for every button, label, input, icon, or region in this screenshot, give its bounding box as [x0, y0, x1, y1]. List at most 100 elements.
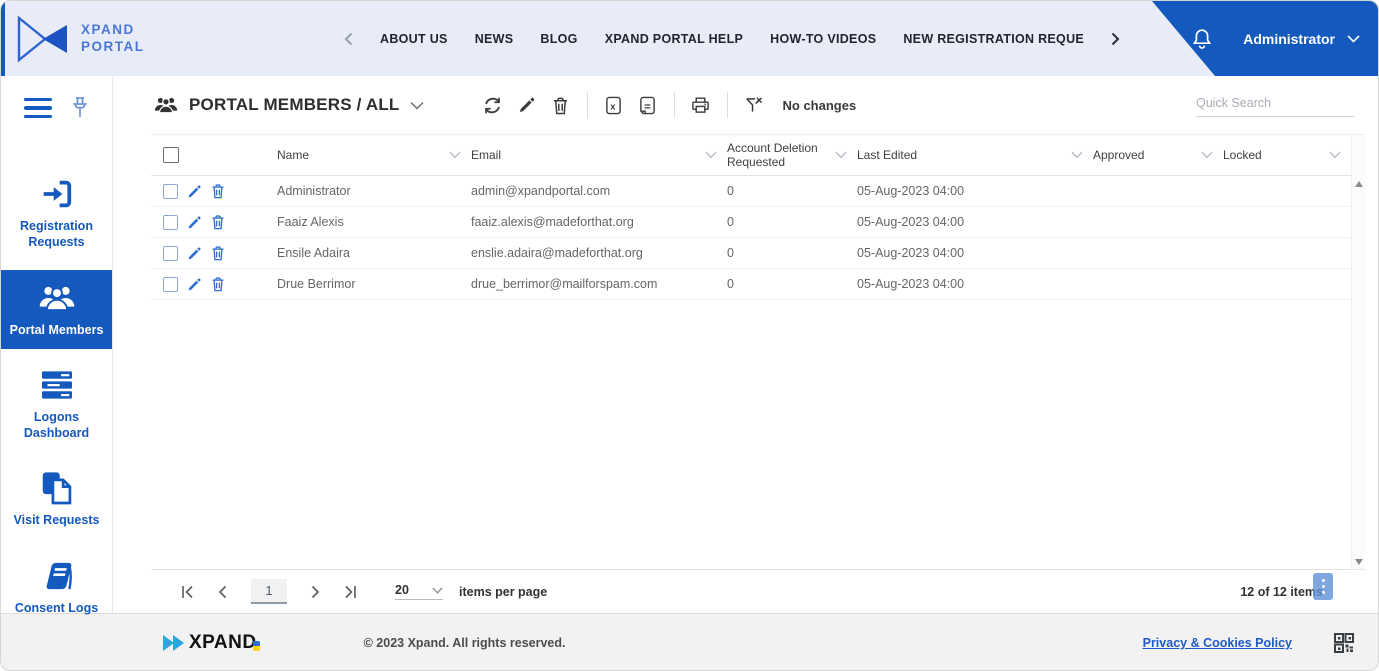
server-stack-icon	[39, 368, 75, 402]
column-header-locked[interactable]: Locked	[1223, 148, 1351, 162]
privacy-policy-link[interactable]: Privacy & Cookies Policy	[1143, 636, 1292, 650]
row-edit-icon[interactable]	[187, 277, 202, 292]
sidebar: Registration Requests Portal Members	[1, 76, 113, 613]
cell-deletion-requested: 0	[727, 184, 857, 198]
select-all-checkbox[interactable]	[163, 147, 179, 163]
nav-scroll-right-icon[interactable]	[1111, 32, 1120, 46]
grid-title: PORTAL MEMBERS / ALL	[153, 95, 424, 115]
table-row[interactable]: Administrator admin@xpandportal.com 0 05…	[151, 176, 1351, 207]
page-size-select[interactable]: 20	[395, 583, 443, 600]
cell-name: Ensile Adaira	[277, 246, 471, 260]
sign-in-icon	[41, 177, 73, 211]
logo-text: XPAND PORTAL	[81, 22, 145, 56]
column-menu-icon[interactable]	[1201, 151, 1213, 159]
last-page-button[interactable]	[344, 585, 357, 599]
refresh-button[interactable]	[476, 88, 510, 122]
row-checkbox[interactable]	[163, 184, 178, 199]
scroll-down-icon[interactable]	[1355, 559, 1363, 565]
column-menu-icon[interactable]	[1071, 151, 1083, 159]
nav-item-news[interactable]: NEWS	[475, 32, 514, 46]
column-menu-icon[interactable]	[705, 151, 717, 159]
book-icon	[40, 559, 74, 593]
nav-item-blog[interactable]: BLOG	[540, 32, 577, 46]
cell-email: drue_berrimor@mailforspam.com	[471, 277, 727, 291]
row-delete-icon[interactable]	[211, 276, 225, 292]
row-checkbox[interactable]	[163, 277, 178, 292]
cell-deletion-requested: 0	[727, 215, 857, 229]
print-button[interactable]	[684, 88, 718, 122]
main-nav: ABOUT US NEWS BLOG XPAND PORTAL HELP HOW…	[344, 1, 1120, 76]
chevron-down-icon[interactable]	[410, 101, 424, 110]
row-delete-icon[interactable]	[211, 214, 225, 230]
export-pdf-button[interactable]	[631, 88, 665, 122]
grid-toolbar: PORTAL MEMBERS / ALL	[113, 76, 1378, 134]
app-window: XPAND PORTAL ABOUT US NEWS BLOG XPAND PO…	[0, 0, 1379, 671]
row-edit-icon[interactable]	[187, 246, 202, 261]
sidebar-item-consent-logs[interactable]: Consent Logs	[1, 548, 112, 627]
sidebar-item-label: Visit Requests	[14, 512, 100, 528]
edit-button[interactable]	[510, 88, 544, 122]
sidebar-item-logons-dashboard[interactable]: Logons Dashboard	[1, 357, 112, 453]
data-grid: Name Email Account Deletion Requested	[151, 134, 1365, 569]
first-page-button[interactable]	[181, 585, 194, 599]
clear-filters-button[interactable]	[737, 88, 771, 122]
row-delete-icon[interactable]	[211, 183, 225, 199]
toolbar-divider	[727, 92, 728, 118]
items-per-page-label: items per page	[459, 585, 547, 599]
current-page[interactable]: 1	[251, 579, 287, 604]
scroll-up-icon[interactable]	[1355, 181, 1363, 187]
export-excel-button[interactable]: x	[597, 88, 631, 122]
pin-icon[interactable]	[70, 96, 90, 120]
sidebar-item-registration-requests[interactable]: Registration Requests	[1, 166, 112, 262]
sidebar-item-visit-requests[interactable]: Visit Requests	[1, 460, 112, 539]
top-bar-accent-edge	[1, 1, 5, 76]
user-menu[interactable]: Administrator	[1243, 31, 1360, 47]
column-header-name[interactable]: Name	[277, 148, 471, 162]
grid-title-text: PORTAL MEMBERS / ALL	[189, 95, 400, 115]
xpand-portal-logo[interactable]: XPAND PORTAL	[15, 14, 145, 64]
column-header-approved[interactable]: Approved	[1093, 148, 1223, 162]
sidebar-item-label: Portal Members	[10, 322, 104, 338]
column-header-email[interactable]: Email	[471, 148, 727, 162]
nav-item-new-registration[interactable]: NEW REGISTRATION REQUE	[903, 32, 1084, 46]
sidebar-item-label: Registration Requests	[5, 218, 108, 251]
cell-email: faaiz.alexis@madeforthat.org	[471, 215, 727, 229]
nav-scroll-left-icon[interactable]	[344, 32, 353, 46]
column-header-last-edited[interactable]: Last Edited	[857, 148, 1093, 162]
column-header-account-deletion[interactable]: Account Deletion Requested	[727, 141, 857, 170]
row-edit-icon[interactable]	[187, 184, 202, 199]
footer-logo-text: XPAND	[189, 632, 257, 654]
toolbar-divider	[587, 92, 588, 118]
hamburger-menu-icon[interactable]	[24, 98, 52, 119]
top-bar: XPAND PORTAL ABOUT US NEWS BLOG XPAND PO…	[1, 1, 1378, 76]
table-row[interactable]: Drue Berrimor drue_berrimor@mailforspam.…	[151, 269, 1351, 300]
changes-status: No changes	[783, 98, 857, 113]
table-row[interactable]: Faaiz Alexis faaiz.alexis@madeforthat.or…	[151, 207, 1351, 238]
pages-icon	[41, 471, 73, 505]
cell-email: admin@xpandportal.com	[471, 184, 727, 198]
column-menu-icon[interactable]	[1329, 151, 1341, 159]
sidebar-item-label: Consent Logs	[15, 600, 98, 616]
prev-page-button[interactable]	[218, 585, 227, 599]
nav-item-howto-videos[interactable]: HOW-TO VIDEOS	[770, 32, 876, 46]
next-page-button[interactable]	[311, 585, 320, 599]
row-checkbox[interactable]	[163, 246, 178, 261]
column-menu-icon[interactable]	[835, 151, 847, 159]
qr-code-icon[interactable]	[1334, 633, 1354, 653]
column-menu-icon[interactable]	[449, 151, 461, 159]
table-row[interactable]: Ensile Adaira enslie.adaira@madeforthat.…	[151, 238, 1351, 269]
row-delete-icon[interactable]	[211, 245, 225, 261]
nav-item-help[interactable]: XPAND PORTAL HELP	[605, 32, 743, 46]
quick-search-input[interactable]	[1196, 96, 1357, 110]
xpand-arrow-icon	[161, 632, 187, 654]
notifications-bell-icon[interactable]	[1191, 27, 1213, 51]
drag-handle[interactable]	[1313, 573, 1333, 600]
nav-item-about-us[interactable]: ABOUT US	[380, 32, 448, 46]
sidebar-item-portal-members[interactable]: Portal Members	[1, 270, 112, 349]
vertical-scrollbar[interactable]	[1351, 135, 1365, 569]
toolbar-divider	[674, 92, 675, 118]
row-checkbox[interactable]	[163, 215, 178, 230]
delete-button[interactable]	[544, 88, 578, 122]
row-edit-icon[interactable]	[187, 215, 202, 230]
footer: XPAND © 2023 Xpand. All rights reserved.…	[1, 613, 1378, 671]
